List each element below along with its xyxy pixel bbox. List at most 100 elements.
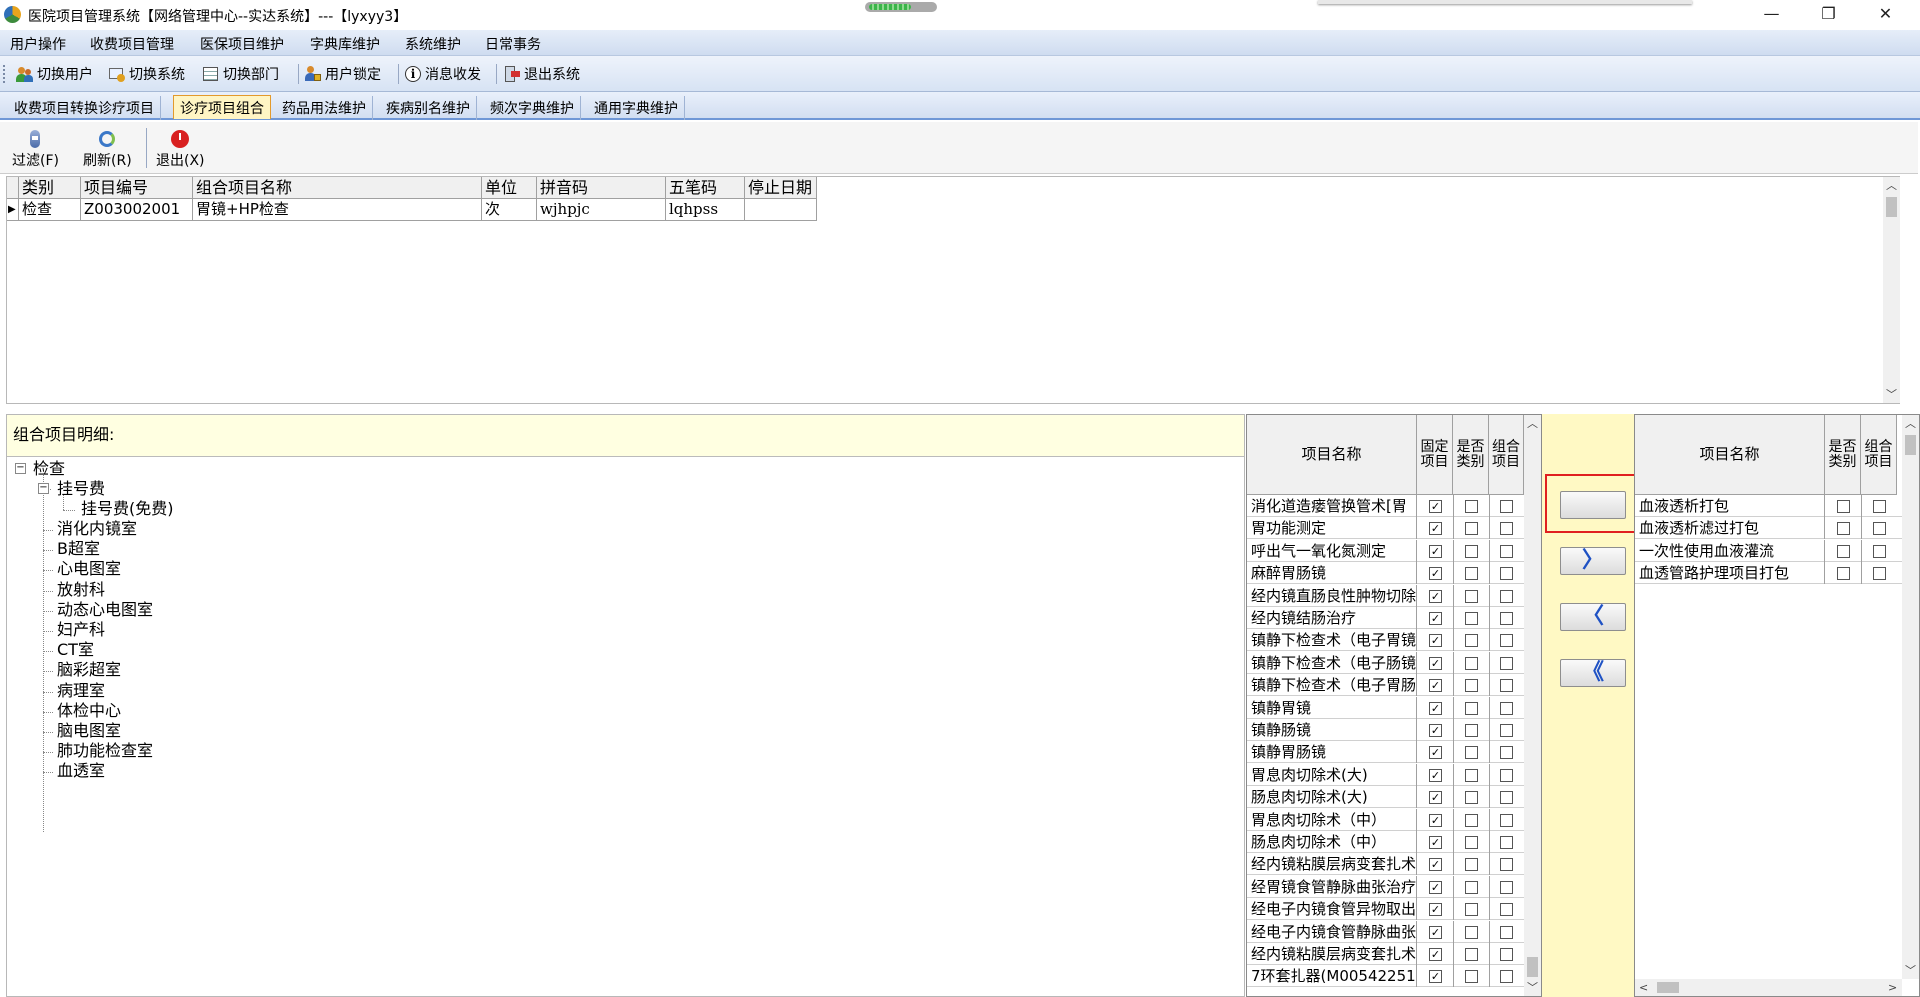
lock-user-button[interactable]: 用户锁定 [304,62,381,86]
category-checkbox[interactable] [1465,836,1478,849]
category-checkbox[interactable] [1465,500,1478,513]
toolbar-grip[interactable] [3,65,6,83]
right-col-name[interactable]: 项目名称 [1635,415,1825,495]
category-checkbox[interactable] [1465,567,1478,581]
combo-checkbox[interactable] [1500,768,1513,782]
list-item[interactable]: 镇静下检查术（电子胃肠 ✓ [1247,674,1524,697]
messages-button[interactable]: i 消息收发 [404,62,481,86]
left-col-combo[interactable]: 组合项目 [1489,415,1524,495]
scroll-down-arrow-icon[interactable]: ﹀ [1902,962,1919,979]
hscroll-thumb[interactable] [1657,982,1679,993]
combo-checkbox[interactable] [1500,925,1513,939]
fixed-checkbox[interactable]: ✓ [1429,791,1442,805]
list-item[interactable]: 镇静下检查术（电子胃镜 ✓ [1247,629,1524,652]
list-item[interactable]: 镇静下检查术（电子肠镜 ✓ [1247,651,1524,674]
tree-leaf-node[interactable]: 挂号费(免费) [81,499,174,518]
combo-checkbox[interactable] [1500,724,1513,737]
grid-col-unit[interactable]: 单位 [482,177,537,199]
combo-checkbox[interactable] [1500,634,1513,648]
move-all-left-button[interactable]: 《 [1560,659,1626,687]
list-item[interactable]: 7环套扎器(M00542251) ✓ [1247,965,1524,988]
combo-checkbox[interactable] [1500,567,1513,581]
maximize-button[interactable]: ❐ [1800,0,1857,30]
tab-disease-alias[interactable]: 疾病别名维护 [380,96,477,120]
move-left-button[interactable]: 〈 [1560,603,1626,631]
list-item[interactable]: 胃功能测定 ✓ [1247,517,1524,540]
list-item[interactable]: 血液透析滤过打包 [1635,517,1902,540]
filter-button[interactable]: 过滤(F) [12,130,59,170]
fixed-checkbox[interactable]: ✓ [1429,679,1442,693]
combo-checkbox[interactable] [1500,679,1513,693]
list-item[interactable]: 经电子内镜食管异物取出 ✓ [1247,898,1524,921]
table-cell-code[interactable]: Z003002001 [81,199,193,221]
list-item[interactable]: 经电子内镜食管静脉曲张 ✓ [1247,920,1524,943]
tree-leaf-node[interactable]: B超室 [57,539,100,558]
combo-checkbox[interactable] [1873,500,1886,513]
scroll-down-arrow-icon[interactable]: ﹀ [1883,386,1900,403]
combo-checkbox[interactable] [1500,589,1513,603]
tree-leaf-node[interactable]: 消化内镜室 [57,519,137,538]
right-list-scrollbar[interactable]: ︿ ﹀ [1902,415,1919,979]
combo-checkbox[interactable] [1500,500,1513,513]
list-item[interactable]: 一次性使用血液灌流 [1635,539,1902,562]
fixed-checkbox[interactable]: ✓ [1429,903,1442,917]
tree-leaf-node[interactable]: 肺功能检查室 [57,741,153,760]
combo-checkbox[interactable] [1500,791,1513,805]
category-checkbox[interactable] [1465,589,1478,603]
fixed-checkbox[interactable]: ✓ [1429,836,1442,849]
category-checkbox[interactable] [1465,970,1478,984]
scroll-up-arrow-icon[interactable]: ︿ [1902,415,1919,432]
right-list-hscrollbar[interactable]: < > [1635,979,1902,996]
category-checkbox[interactable] [1465,612,1478,625]
combo-checkbox[interactable] [1500,522,1513,536]
fixed-checkbox[interactable]: ✓ [1429,768,1442,782]
list-item[interactable]: 麻醉胃肠镜 ✓ [1247,562,1524,585]
table-cell-pinyin[interactable]: wjhpjc [537,199,666,221]
tree-leaf-node[interactable]: 脑电图室 [57,721,121,740]
fixed-checkbox[interactable]: ✓ [1429,858,1442,872]
fixed-checkbox[interactable]: ✓ [1429,567,1442,581]
grid-col-stop-date[interactable]: 停止日期 [745,177,817,199]
fixed-checkbox[interactable]: ✓ [1429,656,1442,670]
table-cell-category[interactable]: 检查 [19,199,81,221]
combo-checkbox[interactable] [1500,970,1513,984]
fixed-checkbox[interactable]: ✓ [1429,925,1442,939]
menu-insurance-items[interactable]: 医保项目维护 [200,34,284,54]
list-item[interactable]: 呼出气一氧化氮测定 ✓ [1247,539,1524,562]
scroll-right-arrow-icon[interactable]: > [1888,979,1897,996]
fixed-checkbox[interactable]: ✓ [1429,500,1442,513]
scroll-up-arrow-icon[interactable]: ︿ [1883,177,1900,194]
list-item[interactable]: 消化道造瘘管换管术[胃 ✓ [1247,495,1524,517]
list-item[interactable]: 经内镜结肠治疗 ✓ [1247,607,1524,629]
fixed-checkbox[interactable]: ✓ [1429,813,1442,827]
table-cell-stop-date[interactable] [745,199,817,221]
fixed-checkbox[interactable]: ✓ [1429,612,1442,625]
category-checkbox[interactable] [1837,500,1850,513]
combo-checkbox[interactable] [1500,858,1513,872]
category-checkbox[interactable] [1465,903,1478,917]
list-item[interactable]: 镇静胃肠镜 ✓ [1247,741,1524,764]
tree-leaf-node[interactable]: 脑彩超室 [57,660,121,679]
menu-user-ops[interactable]: 用户操作 [10,34,66,54]
list-item[interactable]: 胃息肉切除术(大) ✓ [1247,763,1524,786]
category-checkbox[interactable] [1465,880,1478,894]
tab-treatment-combo[interactable]: 诊疗项目组合 [173,95,271,119]
combo-checkbox[interactable] [1500,544,1513,558]
right-col-combo[interactable]: 组合项目 [1861,415,1897,495]
grid-col-code[interactable]: 项目编号 [81,177,193,199]
tree-group-node[interactable]: 挂号费 [57,479,105,498]
list-item[interactable]: 经内镜粘膜层病变套扎术 ✓ [1247,853,1524,876]
list-item[interactable]: 血透管路护理项目打包 [1635,562,1902,585]
category-checkbox[interactable] [1837,544,1850,558]
tree-root-node[interactable]: 检查 [33,459,65,478]
tree-leaf-node[interactable]: 血透室 [57,761,105,780]
list-item[interactable]: 肠息肉切除术(大) ✓ [1247,786,1524,809]
combo-checkbox[interactable] [1500,813,1513,827]
combo-checkbox[interactable] [1500,656,1513,670]
grid-col-category[interactable]: 类别 [19,177,81,199]
category-checkbox[interactable] [1465,544,1478,558]
tree-leaf-node[interactable]: 体检中心 [57,701,121,720]
list-item[interactable]: 镇静肠镜 ✓ [1247,719,1524,741]
fixed-checkbox[interactable]: ✓ [1429,880,1442,894]
table-cell-unit[interactable]: 次 [482,199,537,221]
